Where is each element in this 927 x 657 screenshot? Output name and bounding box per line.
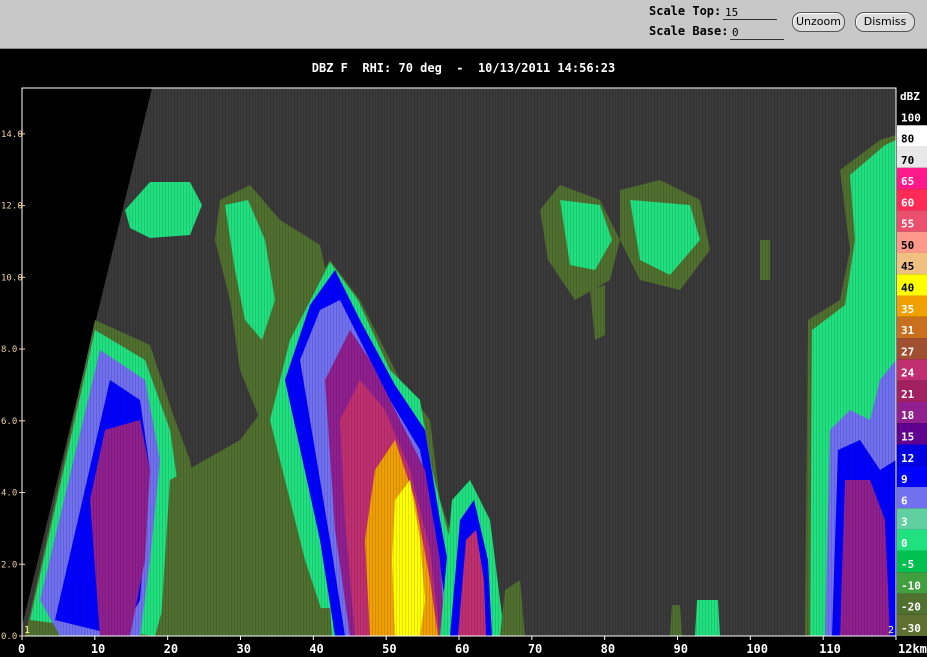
colorbar-label: 24 [901, 367, 915, 380]
corner-label-right: 2 [888, 625, 894, 636]
x-tick-label: 40 [309, 642, 323, 656]
colorbar-label: -5 [901, 558, 914, 571]
colorbar-label: 60 [901, 196, 914, 209]
colorbar-label: 27 [901, 345, 914, 358]
y-tick-label: 12.0 [1, 202, 23, 212]
y-tick-label: 14.0 [1, 130, 23, 140]
colorbar-label: 70 [901, 154, 914, 167]
x-tick-label: 70 [528, 642, 542, 656]
colorbar-label: 15 [901, 430, 914, 443]
x-tick-label: 20 [164, 642, 178, 656]
x-tick-label: 90 [674, 642, 688, 656]
colorbar-label: 0 [901, 537, 908, 550]
x-tick-label: 30 [237, 642, 251, 656]
x-tick-label: 80 [601, 642, 615, 656]
rhi-plot: 0 10 20 30 40 50 60 70 80 90 100 110 12km0.02.04.06.… [1, 87, 927, 656]
colorbar-label: 35 [901, 303, 914, 316]
colorbar-label: -10 [901, 579, 921, 592]
colorbar-label: 65 [901, 175, 914, 188]
colorbar-label: 100 [901, 111, 921, 124]
y-tick-label: 6.0 [1, 417, 17, 427]
x-tick-label: 10 [91, 642, 105, 656]
x-tick-label: 60 [455, 642, 469, 656]
colorbar-label: -20 [901, 601, 921, 614]
x-tick-label: 12km [898, 642, 927, 656]
colorbar-label: 80 [901, 133, 914, 146]
y-tick-label: 8.0 [1, 345, 17, 355]
colorbar-label: 6 [901, 494, 908, 507]
colorbar-label: 9 [901, 473, 908, 486]
colorbar-label: 18 [901, 409, 914, 422]
colorbar-label: 12 [901, 452, 914, 465]
colorbar-label: 45 [901, 260, 914, 273]
x-tick-label: 100 [746, 642, 768, 656]
colorbar-label: 40 [901, 282, 914, 295]
colorbar-label: 21 [901, 388, 915, 401]
x-tick-label: 110 [819, 642, 841, 656]
y-tick-label: 4.0 [1, 489, 17, 499]
y-tick-label: 2.0 [1, 560, 17, 570]
corner-label-left: 1 [24, 625, 30, 636]
y-tick-label: 10.0 [1, 273, 23, 283]
x-tick-label: 0 [18, 642, 25, 656]
y-tick-label: 0.0 [1, 632, 17, 642]
colorbar-unit-label: dBZ [900, 90, 920, 103]
colorbar-label: 55 [901, 218, 914, 231]
colorbar-label: -30 [901, 622, 921, 635]
plot-area [22, 88, 896, 636]
beam-texture [22, 88, 896, 636]
colorbar-label: 50 [901, 239, 914, 252]
colorbar-label: 31 [901, 324, 915, 337]
colorbar: dBZ1008070656055504540353127242118151296… [897, 90, 927, 636]
colorbar-label: 3 [901, 516, 908, 529]
x-tick-label: 50 [382, 642, 396, 656]
